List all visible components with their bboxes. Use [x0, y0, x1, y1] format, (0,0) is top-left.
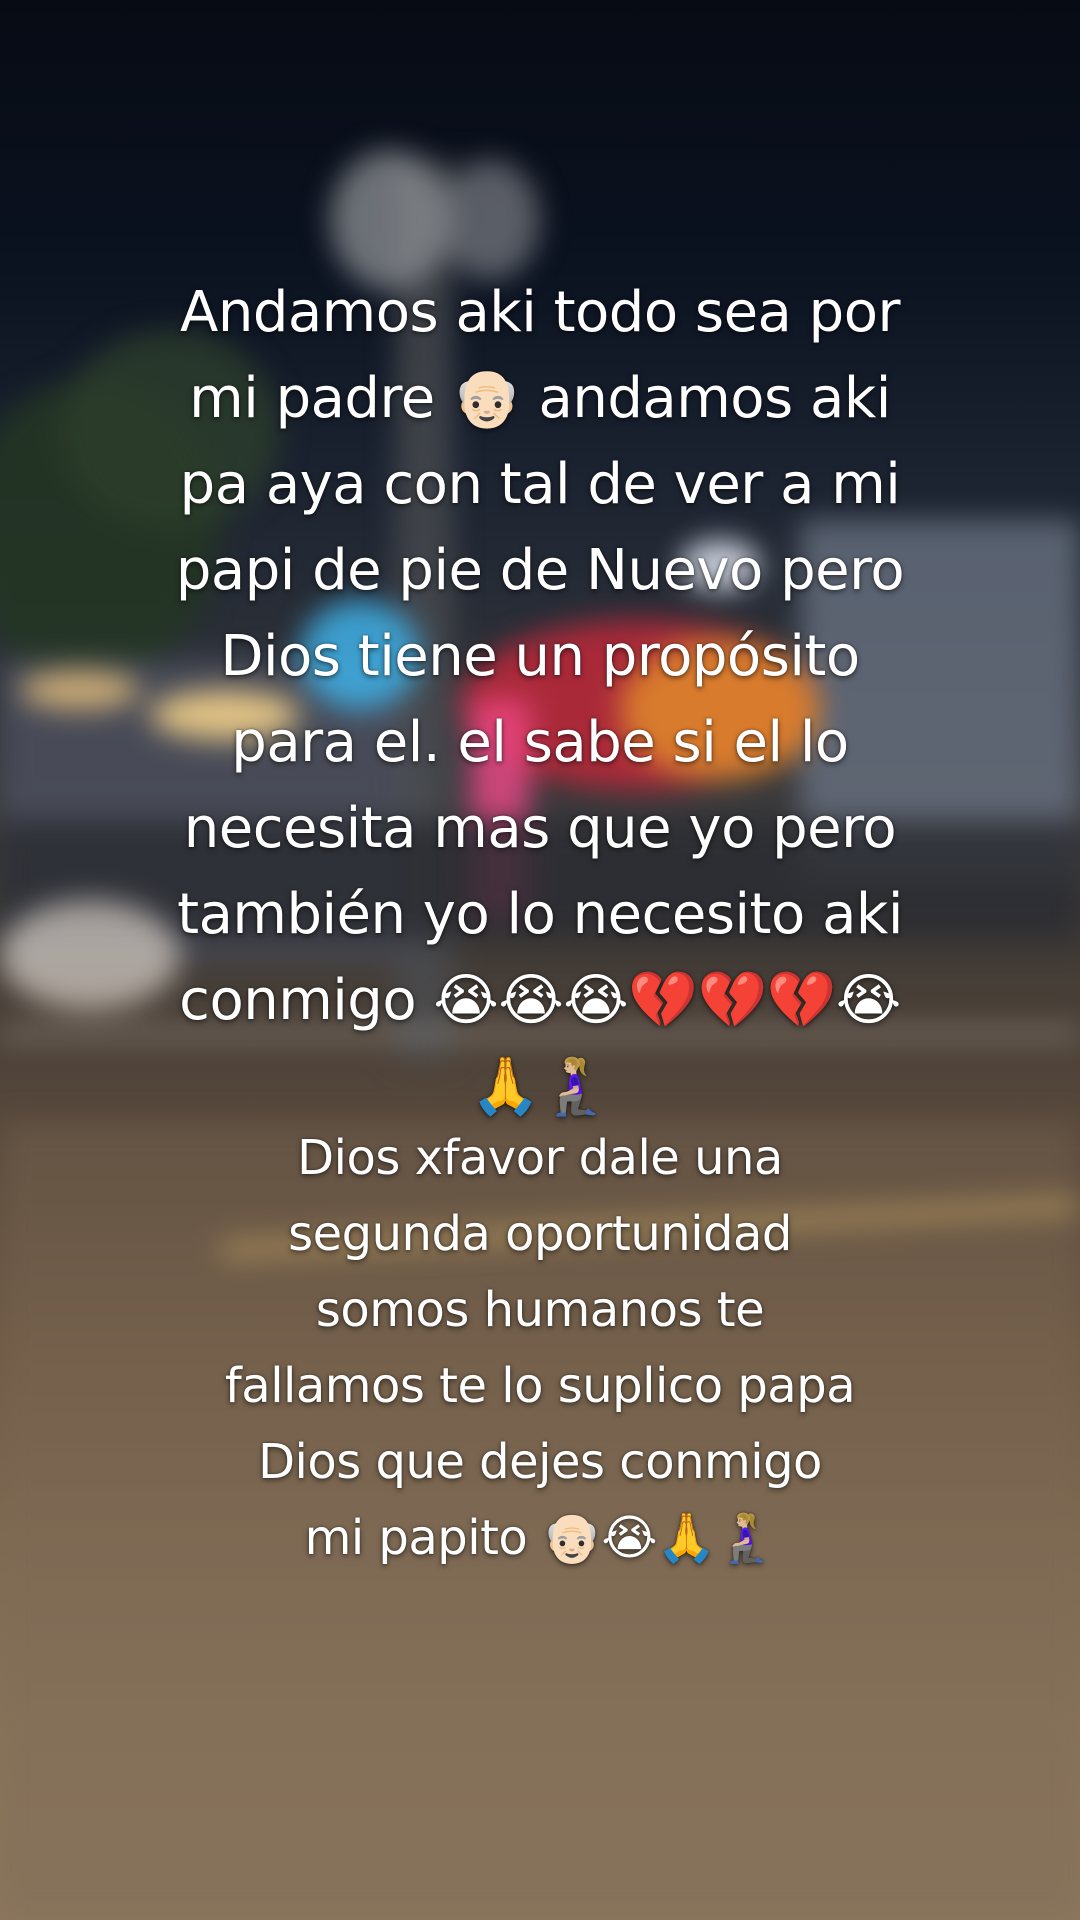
street-lamp [330, 150, 450, 290]
caption-prayer-text: Dios xfavor dale una segunda oportunidad… [224, 1130, 856, 1566]
video-frame: Andamos aki todo sea por mi padre 👴🏻 and… [0, 0, 1080, 1920]
street-lamp [440, 160, 540, 280]
caption-main-text: Andamos aki todo sea por mi padre 👴🏻 and… [175, 280, 905, 1119]
